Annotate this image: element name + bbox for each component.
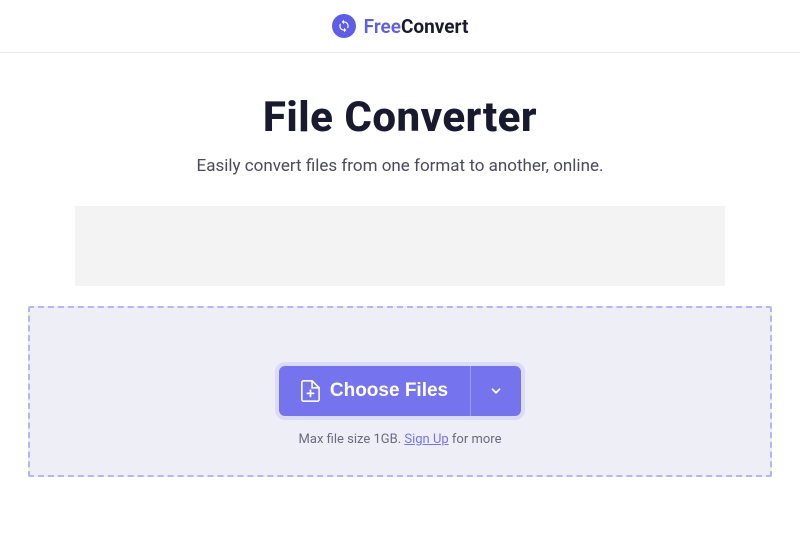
hint-prefix: Max file size 1GB. [299,432,405,447]
page-title: File Converter [20,93,780,142]
upload-dropdown-button[interactable] [470,366,521,416]
logo-text-part2: Convert [401,15,468,38]
header: FreeConvert [0,0,800,53]
upload-hint: Max file size 1GB. Sign Up for more [50,432,750,447]
ad-placeholder [75,206,725,286]
logo-icon [332,14,356,38]
choose-files-button[interactable]: Choose Files [279,366,470,416]
main-content: File Converter Easily convert files from… [0,53,800,497]
choose-files-label: Choose Files [330,380,448,402]
upload-button-group: Choose Files [279,366,521,416]
logo-text[interactable]: FreeConvert [364,15,469,38]
file-add-icon [301,380,320,402]
page-subtitle: Easily convert files from one format to … [20,156,780,176]
drop-zone[interactable]: Choose Files Max file size 1GB. Sign Up … [28,306,772,477]
logo-text-part1: Free [364,15,401,38]
signup-link[interactable]: Sign Up [404,432,448,447]
hint-suffix: for more [449,432,502,447]
chevron-down-icon [489,384,503,398]
refresh-icon [337,19,351,33]
